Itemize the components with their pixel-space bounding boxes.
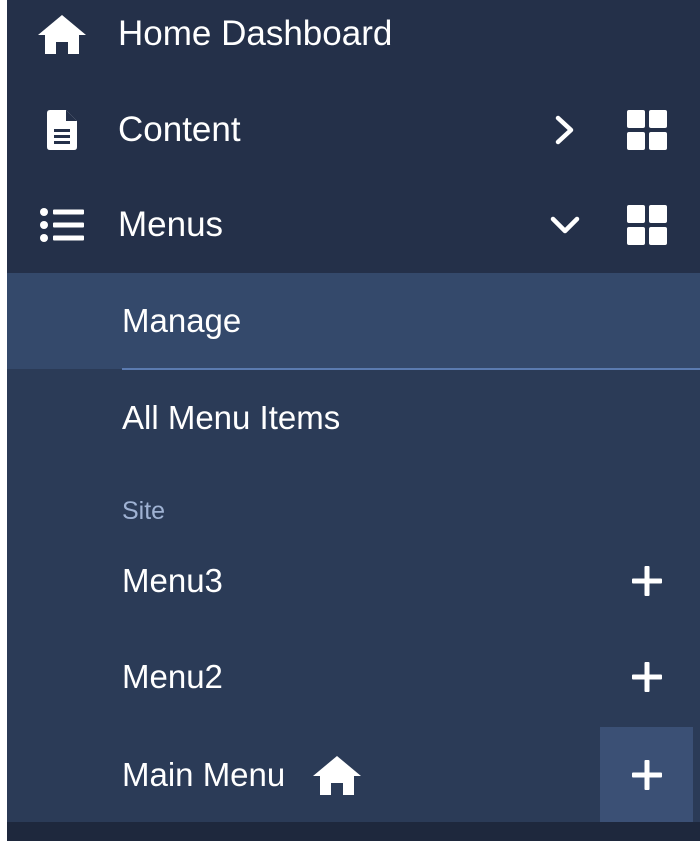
- submenu-item-manage[interactable]: Manage: [7, 273, 700, 369]
- sidebar-footer: [7, 822, 700, 841]
- menus-submenu: Manage All Menu Items Site Menu3 Menu2 M…: [7, 273, 700, 823]
- add-item-button[interactable]: [600, 533, 693, 629]
- sidebar-item-menus[interactable]: Menus: [7, 177, 700, 273]
- plus-icon: [631, 760, 662, 790]
- submenu-item-main-menu[interactable]: Main Menu: [7, 727, 700, 823]
- plus-icon: [631, 566, 662, 596]
- submenu-item-menu2[interactable]: Menu2: [7, 629, 700, 725]
- chevron-down-icon[interactable]: [548, 208, 582, 242]
- add-item-button[interactable]: [600, 727, 693, 823]
- home-icon: [311, 752, 363, 798]
- submenu-item-label: Manage: [122, 302, 242, 339]
- submenu-item-label: Main Menu: [122, 756, 286, 793]
- sidebar-item-label: Home Dashboard: [118, 14, 393, 53]
- submenu-item-all-menu-items[interactable]: All Menu Items: [7, 370, 700, 466]
- submenu-item-label: All Menu Items: [122, 399, 341, 436]
- submenu-item-label: Menu2: [122, 658, 223, 695]
- add-item-button[interactable]: [600, 629, 693, 725]
- home-icon: [37, 12, 87, 56]
- list-icon: [37, 203, 87, 247]
- sidebar-item-home-dashboard[interactable]: Home Dashboard: [7, 0, 700, 82]
- sidebar-item-label: Menus: [118, 205, 224, 244]
- submenu-item-menu3[interactable]: Menu3: [7, 533, 700, 629]
- sidebar: Home Dashboard Content Menus Manage All …: [7, 0, 700, 841]
- dashboard-grid-icon[interactable]: [627, 205, 667, 245]
- submenu-item-label-wrap: Main Menu: [122, 752, 363, 798]
- sidebar-item-content[interactable]: Content: [7, 82, 700, 178]
- section-heading-site: Site: [122, 497, 166, 525]
- chevron-right-icon[interactable]: [548, 113, 582, 147]
- sidebar-item-label: Content: [118, 110, 241, 149]
- dashboard-grid-icon[interactable]: [627, 110, 667, 150]
- plus-icon: [631, 662, 662, 692]
- document-icon: [37, 108, 87, 152]
- submenu-item-label: Menu3: [122, 562, 223, 599]
